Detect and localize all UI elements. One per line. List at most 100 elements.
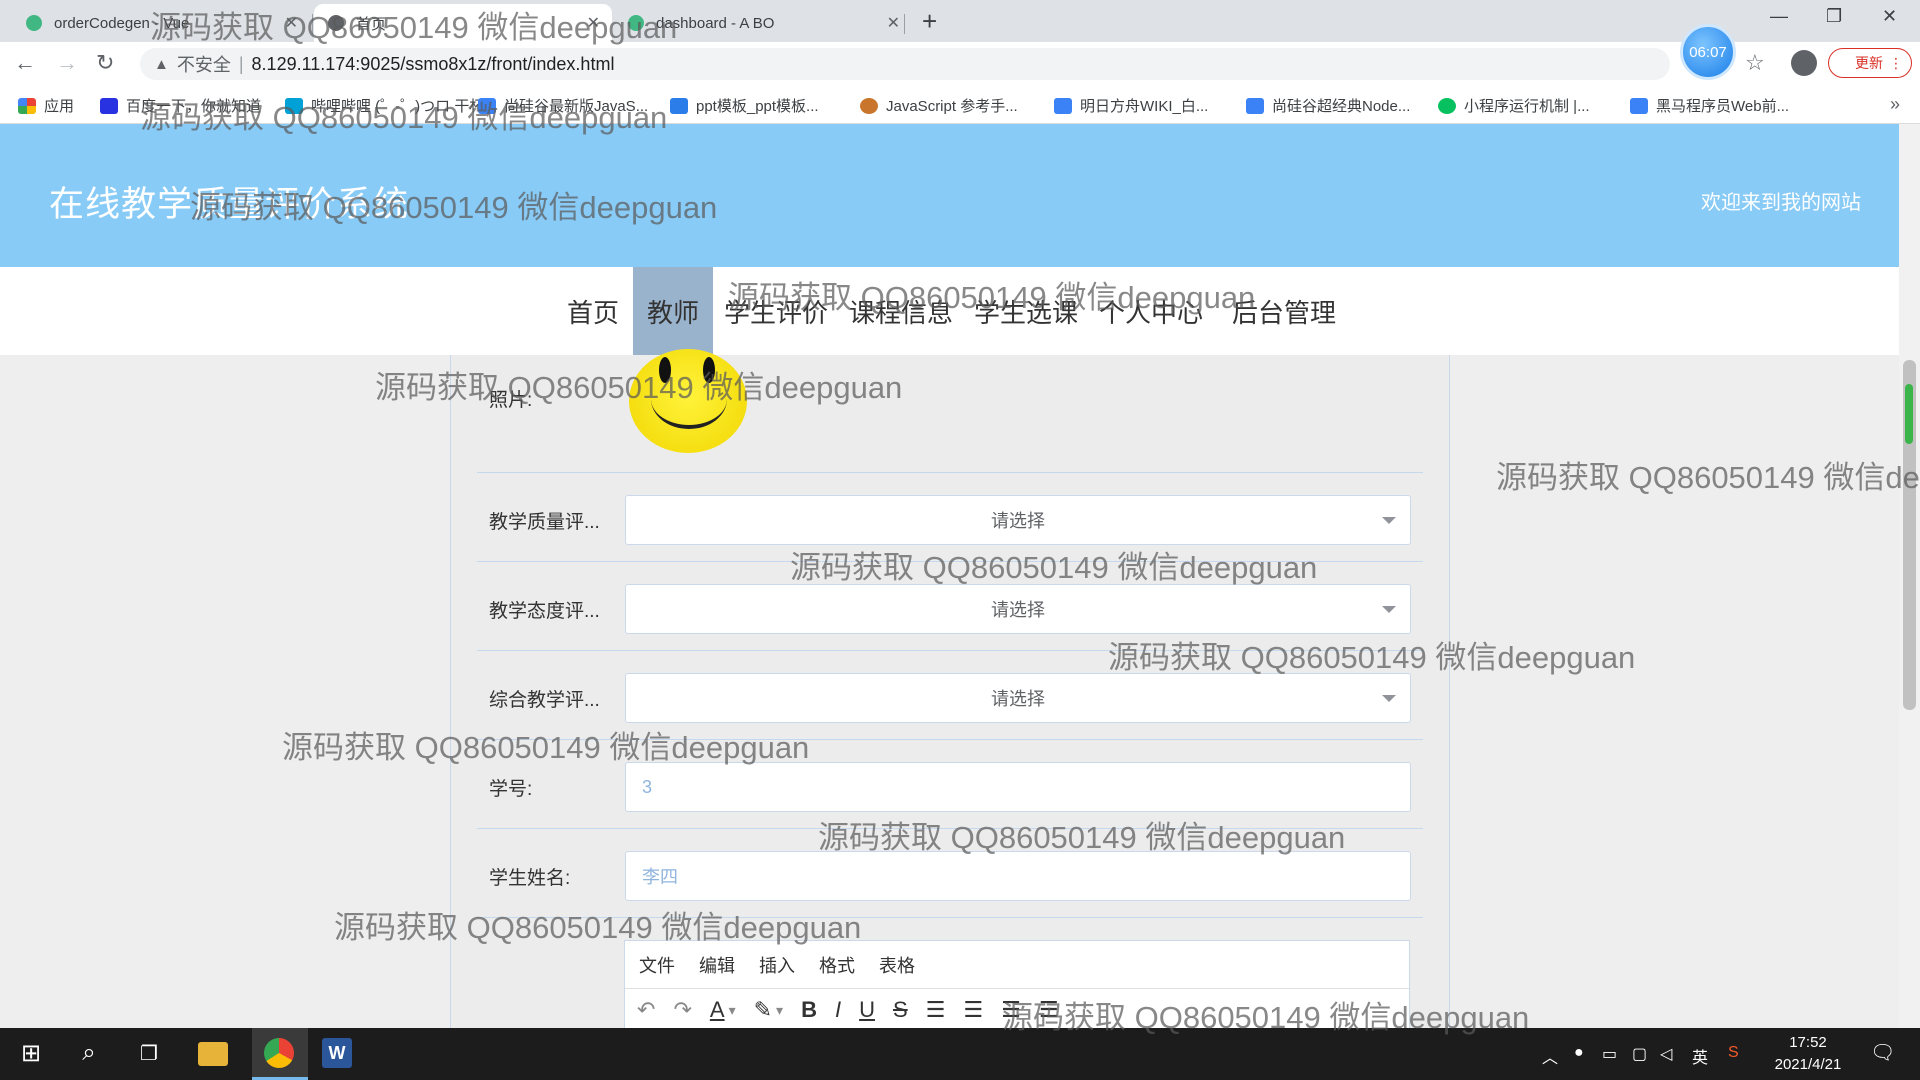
notification-icon[interactable]: 🗨 [1870,1040,1895,1065]
field-label: 学生姓名: [489,868,571,889]
bookmark-item[interactable]: JavaScript 参考手... [860,95,1018,116]
watermark: 源码获取 QQ86050149 微信deepguan [790,550,1318,585]
javascript-icon [860,97,878,114]
strikethrough-icon[interactable]: S [893,997,908,1023]
chevron-down-icon[interactable]: ▾ [729,1002,736,1019]
overall-evaluation-select[interactable]: 请选择 [625,673,1411,723]
watermark: 源码获取 QQ86050149 微信deepguan [818,820,1346,855]
file-explorer-icon[interactable] [198,1042,228,1066]
chevron-down-icon[interactable]: ▾ [776,1002,783,1019]
tray-expand-icon[interactable]: ︿ [1542,1044,1558,1068]
apps-grid-icon [18,97,36,114]
bookmark-item[interactable]: 小程序运行机制 |... [1438,95,1590,116]
menu-dots-icon: ⋮ [1889,54,1903,71]
close-window-icon[interactable]: ✕ [1882,6,1897,27]
chevron-down-icon [1382,606,1396,613]
url-input[interactable]: ▲ 不安全 | 8.129.11.174:9025/ssmo8x1z/front… [140,48,1670,80]
url-text: 8.129.11.174:9025/ssmo8x1z/front/index.h… [251,53,615,74]
battery-icon[interactable]: ▭ [1602,1044,1617,1064]
reload-icon[interactable]: ↻ [96,50,114,76]
select-placeholder: 请选择 [991,689,1045,709]
tray-app-icon[interactable]: ● [1574,1044,1584,1062]
page-scrollbar[interactable] [1899,124,1920,1028]
editor-menu-edit[interactable]: 编辑 [699,952,735,978]
watermark: 源码获取 QQ86050149 微信deepguan [1002,1000,1530,1035]
sogou-ime-icon[interactable]: S [1728,1044,1739,1062]
bookmark-apps[interactable]: 应用 [18,95,74,116]
watermark: 源码获取 QQ86050149 微信deepguan [1108,640,1636,675]
bookmark-site-icon [1054,97,1072,114]
clock-date: 2021/4/21 [1774,1056,1842,1073]
warning-icon: ▲ [154,55,169,73]
field-label: 教学质量评... [489,512,600,533]
watermark: 源码获取 QQ86050149 微信deepguan [140,100,668,135]
editor-menu-format[interactable]: 格式 [819,952,855,978]
windows-taskbar: ⊞ ⌕ ❐ W ︿ ● ▭ ▢ ◁ 英 S 17:52 2021/4/21 🗨 [0,1028,1920,1080]
select-placeholder: 请选择 [991,600,1045,620]
editor-menu-table[interactable]: 表格 [879,952,915,978]
nav-home[interactable]: 首页 [553,267,633,355]
bold-icon[interactable]: B [801,997,817,1023]
bookmark-item[interactable]: ppt模板_ppt模板... [670,95,819,116]
student-name-field[interactable]: 李四 [625,851,1411,901]
student-id-field[interactable]: 3 [625,762,1411,812]
bookmark-site-icon [1630,97,1648,114]
underline-icon[interactable]: U [859,997,875,1023]
chevron-down-icon [1382,695,1396,702]
bookmark-star-icon[interactable]: ☆ [1745,50,1765,76]
highlight-icon[interactable]: ✎ [754,997,772,1023]
tab-close-icon[interactable]: ✕ [887,13,900,33]
task-view-icon[interactable]: ❐ [134,1038,164,1068]
scrollbar-indicator [1905,384,1913,444]
bookmark-overflow-icon[interactable]: » [1890,94,1900,115]
teaching-attitude-select[interactable]: 请选择 [625,584,1411,634]
minimize-icon[interactable]: — [1770,6,1788,27]
text-color-icon[interactable]: A [710,997,725,1023]
watermark: 源码获取 QQ86050149 微信deepguan [282,730,810,765]
undo-icon[interactable]: ↶ [637,997,655,1023]
align-left-icon[interactable]: ☰ [926,997,946,1023]
profile-avatar-icon[interactable] [1791,50,1817,76]
clock-badge[interactable]: 06:07 [1680,24,1736,80]
watermark: 源码获取 QQ86050149 微信deepguan [150,10,678,45]
back-icon[interactable]: ← [14,50,36,76]
ime-indicator[interactable]: 英 [1692,1044,1708,1068]
redo-icon[interactable]: ↷ [673,997,691,1023]
taskbar-clock[interactable]: 17:52 2021/4/21 [1768,1032,1848,1076]
italic-icon[interactable]: I [835,997,841,1023]
new-tab-icon[interactable]: + [922,6,937,37]
clock-time: 17:52 [1789,1034,1827,1051]
chrome-icon[interactable] [264,1038,294,1068]
word-icon[interactable]: W [322,1038,352,1068]
watermark: 源码获取 QQ86050149 微信deepguan [190,190,718,225]
nav-teacher[interactable]: 教师 [633,267,714,355]
watermark: 源码获取 QQ86050149 微信deepguan [728,280,1256,315]
editor-menu-file[interactable]: 文件 [639,952,675,978]
teaching-quality-select[interactable]: 请选择 [625,495,1411,545]
forward-icon[interactable]: → [56,50,78,76]
align-center-icon[interactable]: ☰ [963,997,983,1023]
update-button[interactable]: 更新 ⋮ [1828,48,1912,78]
bookmark-item[interactable]: 黑马程序员Web前... [1630,95,1789,116]
bookmark-item[interactable]: 尚硅谷超经典Node... [1246,95,1410,116]
address-bar-row: ← → ↻ ▲ 不安全 | 8.129.11.174:9025/ssmo8x1z… [0,42,1920,86]
watermark: 源码获取 QQ86050149 微信de [1496,460,1920,495]
restore-icon[interactable]: ❐ [1826,6,1842,27]
ppt-icon [670,97,688,114]
field-label: 综合教学评... [489,690,600,711]
field-label: 教学态度评... [489,601,600,622]
select-placeholder: 请选择 [991,511,1045,531]
watermark: 源码获取 QQ86050149 微信deepguan [375,370,903,405]
editor-menu-insert[interactable]: 插入 [759,952,795,978]
security-label: 不安全 [176,55,231,75]
editor-menubar: 文件 编辑 插入 格式 表格 [625,941,1409,989]
windows-start-icon[interactable]: ⊞ [16,1038,46,1068]
bookmark-site-icon [1246,97,1264,114]
volume-icon[interactable]: ◁ [1660,1044,1672,1064]
wechat-icon [1438,97,1456,114]
update-label: 更新 [1855,55,1883,71]
network-icon[interactable]: ▢ [1632,1044,1647,1064]
welcome-text: 欢迎来到我的网站 [1701,192,1861,214]
bookmark-item[interactable]: 明日方舟WIKI_白... [1054,95,1208,116]
search-icon[interactable]: ⌕ [74,1038,104,1068]
